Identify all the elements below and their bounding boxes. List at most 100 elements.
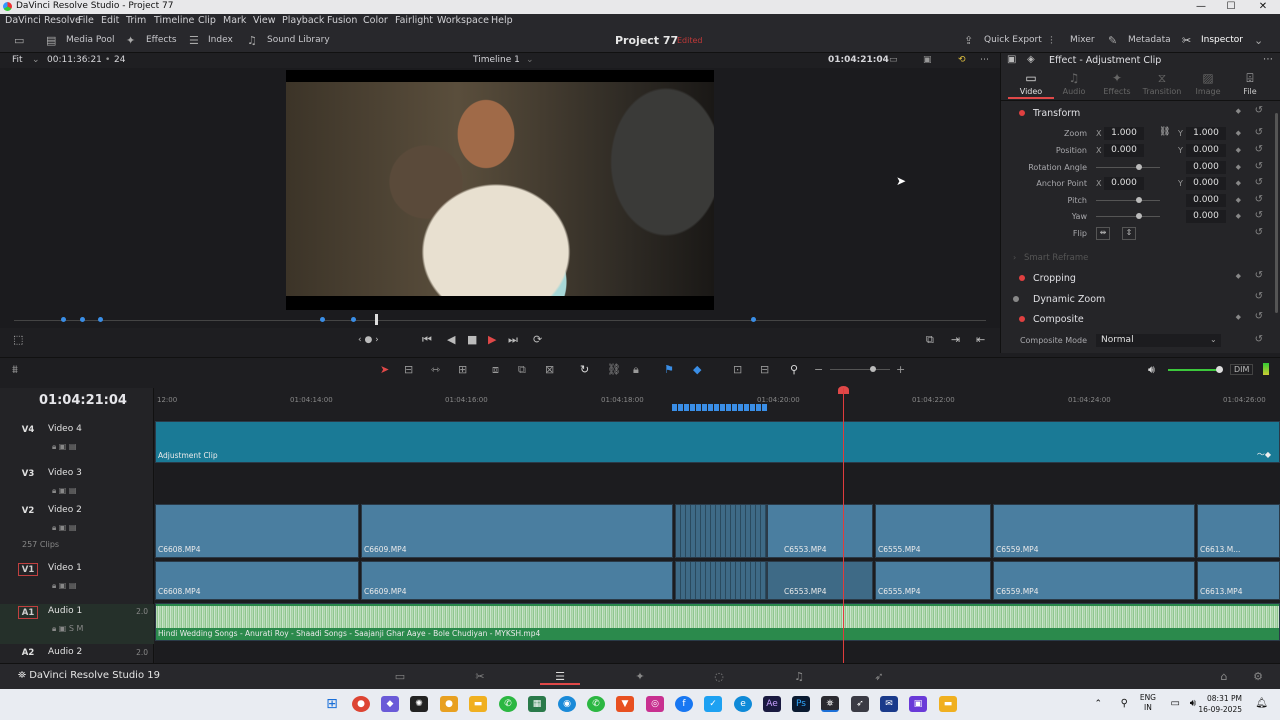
instagram-icon[interactable]: ◎ — [646, 696, 664, 712]
short-clips-group[interactable] — [675, 504, 767, 558]
notification-bell-icon[interactable]: 🔔︎ — [1255, 698, 1268, 709]
insert-clip-icon[interactable]: ⧈ — [492, 363, 499, 377]
timeline-name-select[interactable]: Timeline 1 — [473, 55, 520, 65]
page-deliver-icon[interactable]: ➶ — [859, 670, 899, 683]
blade-tool-icon[interactable]: ⊞ — [458, 363, 467, 376]
brave-icon[interactable]: ▼ — [616, 696, 634, 712]
tab-image[interactable]: ▨ Image — [1185, 71, 1231, 96]
cropping-section[interactable]: Cropping ◆ ↺ — [1001, 269, 1273, 289]
trim-tool-icon[interactable]: ⊟ — [404, 363, 413, 376]
jog-control-icon[interactable]: ‹ ● › — [358, 335, 379, 345]
dynamic-zoom-section[interactable]: Dynamic Zoom ↺ — [1001, 290, 1273, 310]
tab-video[interactable]: ▭ Video — [1008, 71, 1054, 99]
selection-tool-icon[interactable]: ➤ — [380, 363, 389, 376]
pitch-slider[interactable] — [1096, 200, 1160, 201]
menu-file[interactable]: File — [78, 15, 94, 26]
copilot-icon[interactable]: ◆ — [381, 696, 399, 712]
menu-clip[interactable]: Clip — [198, 15, 216, 26]
zoom-full-icon[interactable]: ⊡ — [733, 363, 742, 376]
panel-toggle-icon[interactable]: ▭ — [14, 34, 24, 47]
zoom-detail-icon[interactable]: ⊟ — [760, 363, 769, 376]
inspector-button[interactable]: Inspector — [1201, 35, 1243, 45]
reset-icon[interactable]: ↺ — [1255, 291, 1263, 302]
whatsapp-icon[interactable]: ✆ — [499, 696, 517, 712]
whatsapp-icon[interactable]: ✆ — [587, 696, 605, 712]
video-clip[interactable]: C6555.MP4 — [875, 504, 991, 558]
flip-horizontal-icon[interactable]: ⇹ — [1096, 227, 1110, 240]
video-clip[interactable]: C6559.MP4 — [993, 504, 1195, 558]
marker[interactable] — [351, 317, 356, 322]
menu-edit[interactable]: Edit — [101, 15, 119, 26]
yaw-field[interactable]: 0.000 — [1186, 210, 1226, 223]
maximize-button[interactable]: ☐ — [1216, 0, 1246, 14]
flip-vertical-icon[interactable]: ⇕ — [1122, 227, 1136, 240]
marker[interactable] — [61, 317, 66, 322]
smart-reframe-section[interactable]: › Smart Reframe — [1001, 249, 1273, 269]
reset-icon[interactable]: ↺ — [1255, 227, 1263, 238]
keyframe-icon[interactable]: ◆ — [1236, 212, 1241, 220]
video-clip[interactable]: C6613.MP4 — [1197, 561, 1280, 600]
speaker-icon[interactable]: 🔊︎ — [1148, 363, 1155, 377]
tab-audio[interactable]: ♫ Audio — [1051, 71, 1097, 96]
track-header-a2[interactable]: A2 Audio 2 2.0 — [0, 645, 154, 663]
viewer-scrubber[interactable] — [0, 312, 1000, 328]
anchor-y-field[interactable]: 0.000 — [1186, 177, 1226, 190]
app-icon[interactable]: ● — [440, 696, 458, 712]
menu-davinci-resolve[interactable]: DaVinci Resolve — [5, 15, 81, 26]
track-controls[interactable]: 🔒︎ ▣ ▤ — [52, 486, 76, 496]
scrubber-playhead[interactable] — [375, 314, 378, 325]
linked-selection-icon[interactable]: ⛓ — [607, 363, 621, 376]
next-edit-icon[interactable]: ⇥ — [951, 333, 960, 346]
video-clip[interactable]: C6553.MP4 — [767, 561, 873, 600]
page-fairlight-icon[interactable]: ♫ — [779, 670, 819, 683]
keyframe-icon[interactable]: ◆ — [1236, 146, 1241, 154]
prev-edit-icon[interactable]: ⇤ — [976, 333, 985, 346]
short-clips-group[interactable] — [675, 561, 767, 600]
reset-icon[interactable]: ↺ — [1255, 105, 1263, 116]
page-edit-icon[interactable]: ☰ — [540, 670, 580, 685]
go-to-end-icon[interactable]: ⏭ — [508, 333, 518, 347]
twitter-icon[interactable]: ✓ — [704, 696, 722, 712]
track-header-v1[interactable]: V1 Video 1 🔒︎ ▣ ▤ — [0, 561, 154, 601]
folder-icon[interactable]: ▬ — [939, 696, 957, 712]
resolve-taskbar-icon[interactable]: ⛯ — [821, 696, 839, 712]
stop-icon[interactable]: ■ — [467, 333, 477, 346]
zoom-custom-icon[interactable]: ⚲ — [790, 363, 798, 376]
flag-icon[interactable]: ⚑ — [664, 363, 674, 376]
track-header-v3[interactable]: V3 Video 3 🔒︎ ▣ ▤ — [0, 466, 154, 504]
dynamic-trim-icon[interactable]: ⇿ — [431, 363, 440, 376]
track-header-a1[interactable]: A1 Audio 1 2.0 🔒︎ ▣ S M — [0, 604, 154, 644]
track-controls[interactable]: 🔒︎ ▣ ▤ — [52, 523, 76, 533]
keyframe-icon[interactable]: ◆ — [1236, 179, 1241, 187]
layout-icon[interactable]: ⩩ — [12, 363, 18, 377]
file-explorer-icon[interactable]: ▬ — [469, 696, 487, 712]
minimize-button[interactable]: — — [1186, 0, 1216, 14]
after-effects-icon[interactable]: Ae — [763, 696, 781, 712]
language-indicator[interactable]: ENG IN — [1140, 693, 1156, 713]
menu-fusion[interactable]: Fusion — [327, 15, 357, 26]
keyframe-icon[interactable]: ◆ — [1236, 107, 1241, 115]
play-icon[interactable]: ▶ — [488, 333, 496, 346]
reset-icon[interactable]: ↺ — [1255, 144, 1263, 155]
play-reverse-icon[interactable]: ◀ — [447, 333, 455, 346]
slider-knob[interactable] — [1136, 213, 1142, 219]
wifi-icon[interactable]: ▭ — [1171, 698, 1180, 709]
pitch-field[interactable]: 0.000 — [1186, 194, 1226, 207]
zoom-in-icon[interactable]: + — [896, 363, 905, 376]
video-clip[interactable]: C6608.MP4 — [155, 504, 359, 558]
keyframe-icon[interactable]: ◆ — [1236, 129, 1241, 137]
menu-mark[interactable]: Mark — [223, 15, 246, 26]
menu-workspace[interactable]: Workspace — [437, 15, 489, 26]
zoom-out-icon[interactable]: − — [814, 363, 823, 376]
loop-sync-icon[interactable]: ⟲ — [958, 55, 966, 65]
index-button[interactable]: Index — [208, 35, 233, 45]
enable-toggle[interactable] — [1019, 275, 1025, 281]
page-cut-icon[interactable]: ✂ — [460, 670, 500, 683]
adjustment-clip[interactable]: Adjustment Clip 〜◆ — [155, 421, 1280, 463]
app-icon[interactable]: ◉ — [558, 696, 576, 712]
yaw-slider[interactable] — [1096, 216, 1160, 217]
video-clip[interactable]: C6613.M... — [1197, 504, 1280, 558]
position-y-field[interactable]: 0.000 — [1186, 144, 1226, 157]
safe-area-icon[interactable]: ⬚ — [13, 333, 23, 346]
composite-section[interactable]: Composite ◆ ↺ — [1001, 310, 1273, 330]
